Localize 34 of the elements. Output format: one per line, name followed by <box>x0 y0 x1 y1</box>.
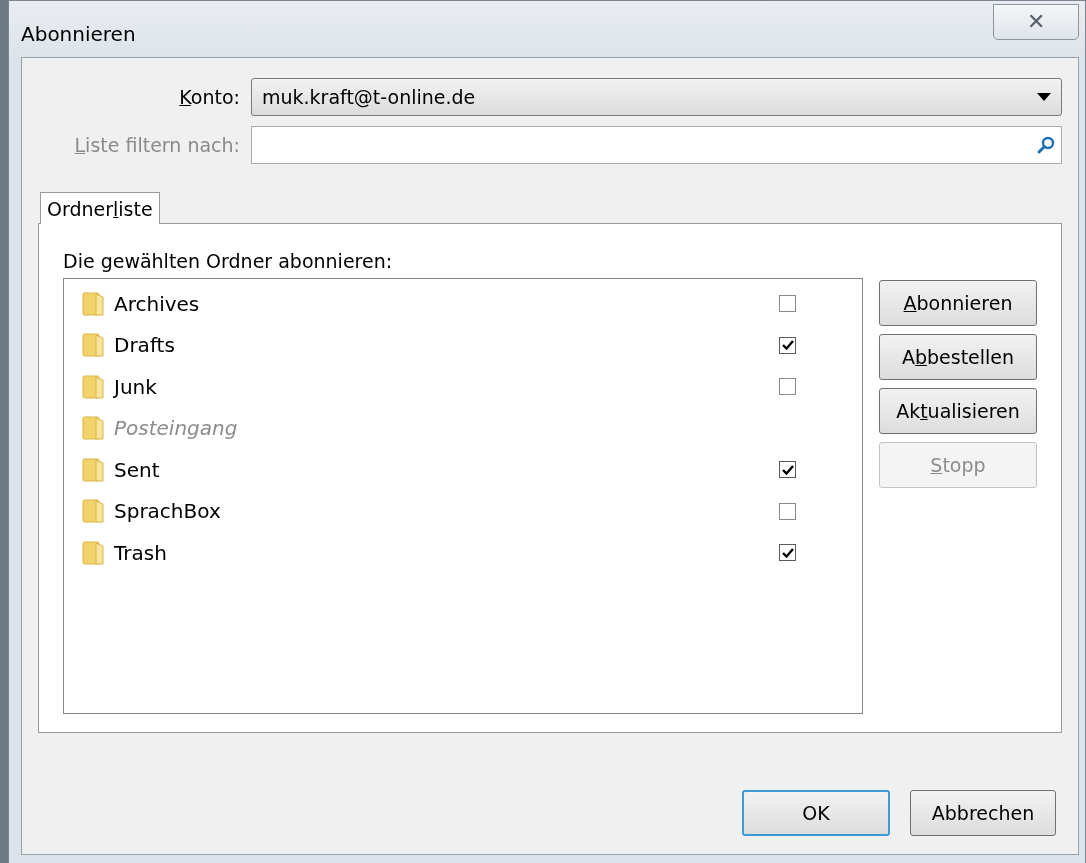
action-button[interactable]: Abonnieren <box>879 280 1037 326</box>
folder-icon <box>82 457 104 482</box>
folder-name[interactable]: SprachBox <box>114 499 779 524</box>
filter-label: Liste filtern nach: <box>73 134 241 156</box>
checkbox[interactable] <box>779 461 796 479</box>
close-button[interactable]: ✕ <box>993 4 1079 40</box>
checkbox[interactable] <box>779 502 796 520</box>
folder-icon <box>82 540 104 565</box>
account-dropdown[interactable]: muk.kraft@t-online.de <box>251 78 1062 116</box>
action-button[interactable]: Abbestellen <box>879 334 1037 380</box>
ok-button[interactable]: OK <box>742 790 890 836</box>
folder-name[interactable]: Trash <box>114 540 779 565</box>
folder-icon <box>82 499 104 524</box>
search-icon <box>1037 136 1055 154</box>
checkbox[interactable] <box>779 544 796 562</box>
dropdown-arrow-icon <box>1037 93 1051 101</box>
checkbox[interactable] <box>779 295 796 313</box>
checkbox[interactable] <box>779 378 796 396</box>
folder-icon <box>82 374 104 399</box>
folder-icon <box>82 291 104 316</box>
folder-name[interactable]: Junk <box>114 374 779 399</box>
checkbox[interactable] <box>779 336 796 354</box>
filter-field[interactable] <box>251 126 1062 164</box>
action-button[interactable]: Aktualisieren <box>879 388 1037 434</box>
folder-name[interactable]: Drafts <box>114 333 779 358</box>
folder-icon <box>82 416 104 441</box>
folder-icon <box>82 333 104 358</box>
window-title: Abonnieren <box>21 22 136 46</box>
account-label: Konto: <box>178 86 241 108</box>
folder-name[interactable]: Sent <box>114 457 779 482</box>
folder-name[interactable]: Archives <box>114 291 779 316</box>
list-caption: Die gewählten Ordner abonnieren: <box>63 250 394 272</box>
tab[interactable]: Ordnerliste <box>40 192 160 224</box>
cancel-button[interactable]: Abbrechen <box>910 790 1056 836</box>
